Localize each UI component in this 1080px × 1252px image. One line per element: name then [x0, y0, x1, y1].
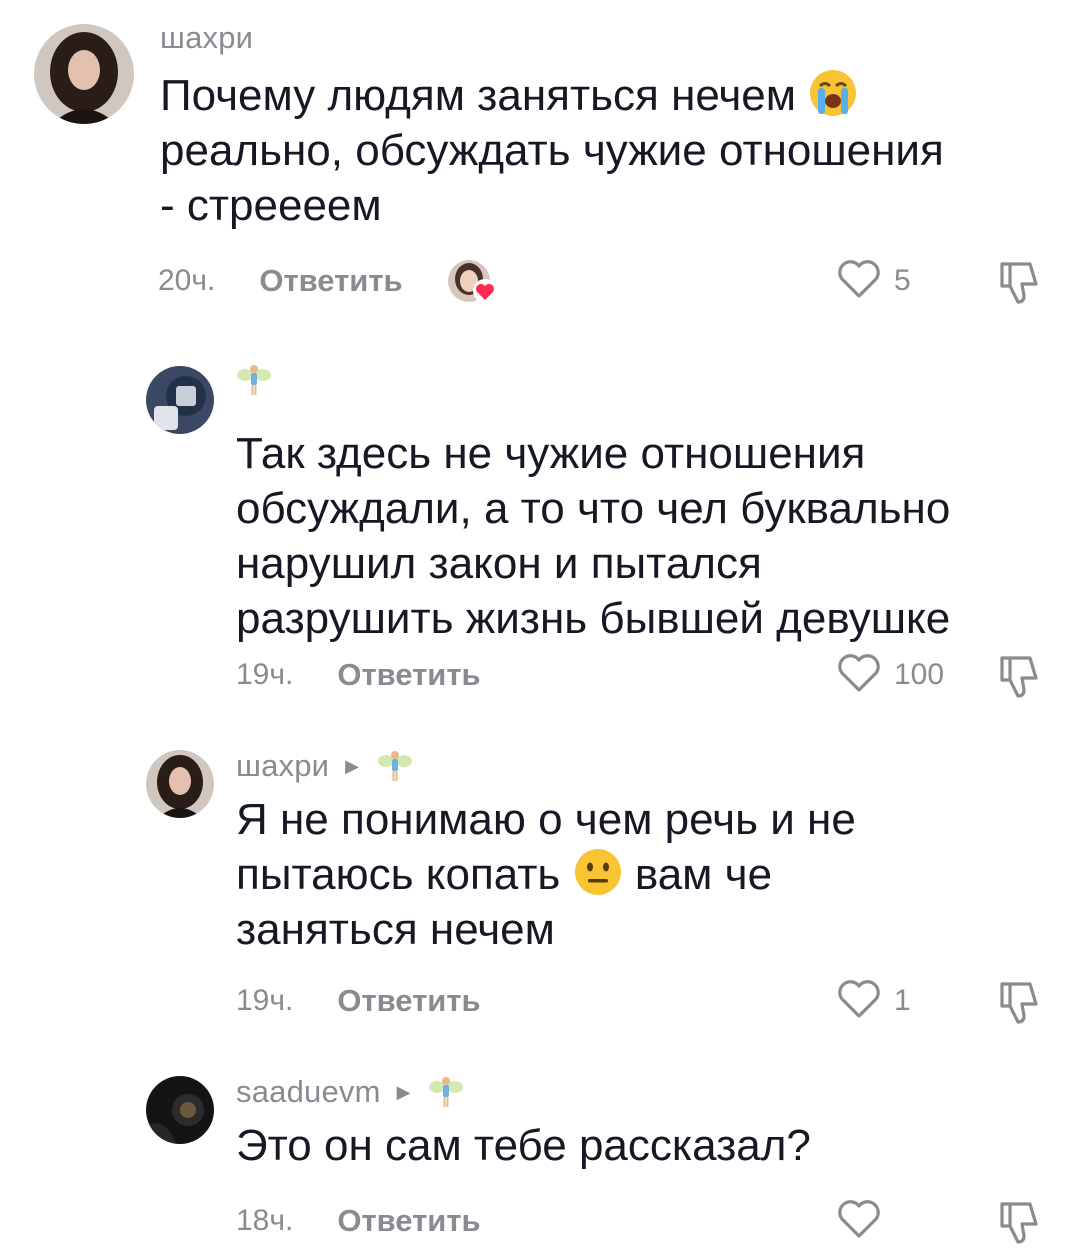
- comment-text: Я не понимаю о чем речь и не пытаюсь коп…: [236, 795, 856, 954]
- username[interactable]: saaduevm: [236, 1074, 381, 1110]
- loudly-crying-face-icon: [808, 68, 858, 118]
- comment-1: шахри Почему людям заняться нечем реальн…: [0, 0, 1080, 320]
- heart-outline-icon: [836, 1198, 882, 1245]
- like-count: 5: [894, 264, 911, 297]
- comment-time: 20ч.: [158, 264, 216, 297]
- heart-outline-icon: [836, 652, 882, 699]
- comment-4: saaduevm ▶ Это он сам тебе рассказал? 18…: [0, 1060, 1080, 1252]
- like-count: 1: [894, 984, 911, 1017]
- neutral-face-icon: [573, 847, 623, 897]
- dislike-button[interactable]: [996, 258, 1042, 311]
- comment-time: 19ч.: [236, 984, 294, 1017]
- like-button[interactable]: 1: [836, 976, 911, 1026]
- reply-button[interactable]: Ответить: [259, 263, 402, 299]
- triangle-right-icon: ▶: [345, 756, 360, 776]
- dislike-button[interactable]: [996, 652, 1042, 705]
- comment-time: 19ч.: [236, 658, 294, 691]
- triangle-right-icon: ▶: [396, 1082, 411, 1102]
- fairy-emoji-icon: [377, 748, 413, 784]
- reply-button[interactable]: Ответить: [337, 983, 480, 1019]
- comment-text: Это он сам тебе рассказал?: [236, 1121, 811, 1170]
- comment-2: Так здесь не чужие отношения обсуждали, …: [0, 340, 1080, 720]
- like-count: 100: [894, 658, 945, 691]
- dislike-button[interactable]: [996, 978, 1042, 1031]
- like-button[interactable]: [836, 1196, 894, 1246]
- fairy-emoji-icon: [428, 1074, 464, 1110]
- thumbs-down-icon: [996, 982, 1042, 1030]
- reply-button[interactable]: Ответить: [337, 657, 480, 693]
- comment-3: шахри ▶ Я не понимаю о чем речь и не пыт…: [0, 732, 1080, 1052]
- thumbs-down-icon: [996, 1202, 1042, 1250]
- thumbs-down-icon: [996, 656, 1042, 704]
- username[interactable]: шахри: [160, 20, 253, 56]
- avatar[interactable]: [146, 366, 214, 434]
- thumbs-down-icon: [996, 262, 1042, 310]
- username[interactable]: шахри: [236, 748, 329, 784]
- creator-liked-badge: [447, 259, 501, 303]
- reply-button[interactable]: Ответить: [337, 1203, 480, 1239]
- dislike-button[interactable]: [996, 1198, 1042, 1251]
- like-button[interactable]: 5: [836, 256, 911, 306]
- avatar[interactable]: [146, 1076, 214, 1144]
- like-button[interactable]: 100: [836, 650, 944, 700]
- comment-text: Так здесь не чужие отношения обсуждали, …: [236, 429, 951, 643]
- comment-text: Почему людям заняться нечем реально, обс…: [160, 68, 1040, 233]
- heart-outline-icon: [836, 258, 882, 305]
- comment-time: 18ч.: [236, 1204, 294, 1237]
- avatar[interactable]: [146, 750, 214, 818]
- avatar[interactable]: [34, 24, 134, 124]
- heart-outline-icon: [836, 978, 882, 1025]
- fairy-emoji-icon: [236, 362, 272, 398]
